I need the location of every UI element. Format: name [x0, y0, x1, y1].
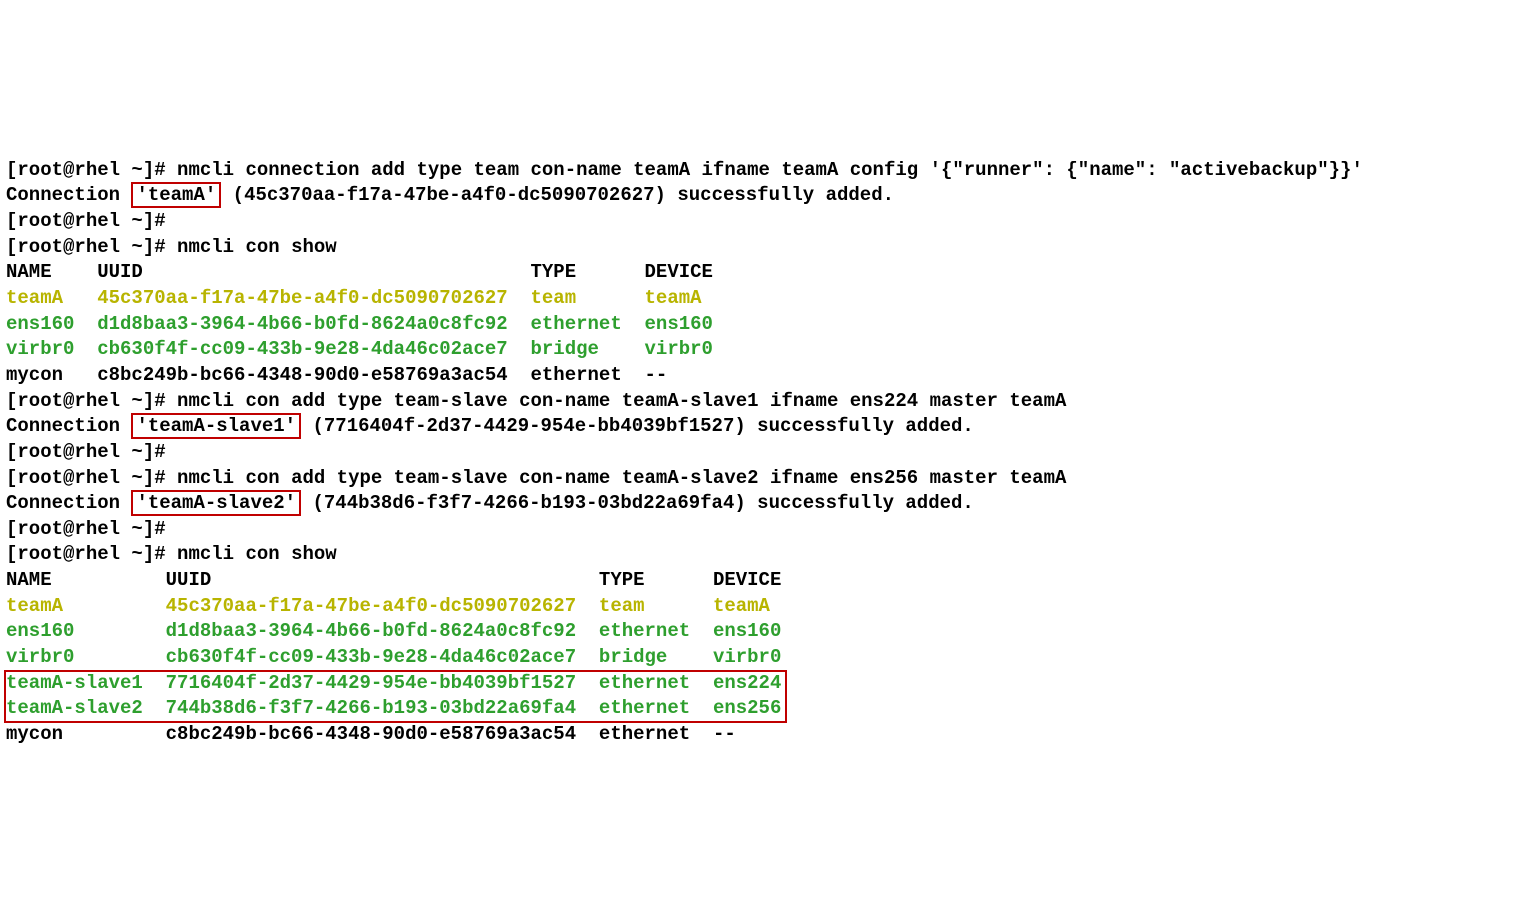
table-row: teamA 45c370aa-f17a-47be-a4f0-dc50907026…: [6, 595, 770, 617]
command-add-team: nmcli connection add type team con-name …: [177, 159, 1363, 181]
col-uuid: UUID: [97, 261, 530, 283]
table-row: virbr0 cb630f4f-cc09-433b-9e28-4da46c02a…: [6, 646, 781, 668]
table-row: teamA-slave1 7716404f-2d37-4429-954e-bb4…: [6, 672, 781, 694]
cell-device: --: [645, 364, 668, 386]
prompt: [root@rhel ~]#: [6, 210, 166, 232]
cell-name: mycon: [6, 364, 97, 386]
table-row: virbr0 cb630f4f-cc09-433b-9e28-4da46c02a…: [6, 338, 713, 360]
cell-uuid: c8bc249b-bc66-4348-90d0-e58769a3ac54: [97, 364, 530, 386]
table-row: teamA-slave2 744b38d6-f3f7-4266-b193-03b…: [6, 697, 781, 719]
command-add-slave2: nmcli con add type team-slave con-name t…: [177, 467, 1066, 489]
cell-uuid: cb630f4f-cc09-433b-9e28-4da46c02ace7: [97, 338, 530, 360]
cell-device: teamA: [645, 287, 702, 309]
output-text: Connection: [6, 415, 120, 437]
command-con-show: nmcli con show: [177, 236, 337, 258]
terminal-output: [root@rhel ~]# nmcli connection add type…: [0, 128, 1536, 777]
highlight-slave2: 'teamA-slave2': [131, 490, 301, 516]
cell-type: ethernet: [599, 723, 713, 745]
cell-name: teamA: [6, 595, 166, 617]
col-uuid: UUID: [166, 569, 599, 591]
cell-uuid: 45c370aa-f17a-47be-a4f0-dc5090702627: [166, 595, 599, 617]
prompt: [root@rhel ~]#: [6, 543, 166, 565]
table-row: teamA 45c370aa-f17a-47be-a4f0-dc50907026…: [6, 287, 702, 309]
prompt: [root@rhel ~]#: [6, 159, 166, 181]
cell-uuid: c8bc249b-bc66-4348-90d0-e58769a3ac54: [166, 723, 599, 745]
cell-device: teamA: [713, 595, 770, 617]
prompt: [root@rhel ~]#: [6, 518, 166, 540]
cell-name: teamA-slave1: [6, 672, 166, 694]
cell-type: team: [531, 287, 645, 309]
command-con-show: nmcli con show: [177, 543, 337, 565]
table-row: mycon c8bc249b-bc66-4348-90d0-e58769a3ac…: [6, 723, 736, 745]
col-name: NAME: [6, 569, 166, 591]
prompt: [root@rhel ~]#: [6, 236, 166, 258]
cell-uuid: d1d8baa3-3964-4b66-b0fd-8624a0c8fc92: [166, 620, 599, 642]
cell-type: ethernet: [599, 697, 713, 719]
output-text: (7716404f-2d37-4429-954e-bb4039bf1527): [312, 415, 745, 437]
col-device: DEVICE: [713, 569, 781, 591]
cell-device: ens160: [645, 313, 713, 335]
cell-name: virbr0: [6, 338, 97, 360]
table-row: ens160 d1d8baa3-3964-4b66-b0fd-8624a0c8f…: [6, 313, 713, 335]
cell-device: --: [713, 723, 736, 745]
cell-type: ethernet: [599, 672, 713, 694]
cell-name: mycon: [6, 723, 166, 745]
cell-name: virbr0: [6, 646, 166, 668]
highlight-slave1: 'teamA-slave1': [131, 413, 301, 439]
output-text: successfully added.: [757, 415, 974, 437]
col-type: TYPE: [531, 261, 645, 283]
cell-name: teamA: [6, 287, 97, 309]
cell-type: ethernet: [599, 620, 713, 642]
cell-type: team: [599, 595, 713, 617]
col-device: DEVICE: [645, 261, 713, 283]
output-text: (744b38d6-f3f7-4266-b193-03bd22a69fa4): [312, 492, 745, 514]
cell-uuid: 7716404f-2d37-4429-954e-bb4039bf1527: [166, 672, 599, 694]
cell-device: ens224: [713, 672, 781, 694]
table2-header: NAME UUID TYPE DEVICE: [6, 569, 781, 591]
cell-uuid: d1d8baa3-3964-4b66-b0fd-8624a0c8fc92: [97, 313, 530, 335]
prompt: [root@rhel ~]#: [6, 467, 166, 489]
cell-type: bridge: [531, 338, 645, 360]
cell-device: virbr0: [645, 338, 713, 360]
table1-header: NAME UUID TYPE DEVICE: [6, 261, 713, 283]
cell-uuid: cb630f4f-cc09-433b-9e28-4da46c02ace7: [166, 646, 599, 668]
cell-device: ens256: [713, 697, 781, 719]
table-row: ens160 d1d8baa3-3964-4b66-b0fd-8624a0c8f…: [6, 620, 781, 642]
output-text: Connection: [6, 492, 120, 514]
col-name: NAME: [6, 261, 97, 283]
command-add-slave1: nmcli con add type team-slave con-name t…: [177, 390, 1066, 412]
cell-name: ens160: [6, 313, 97, 335]
output-text: Connection: [6, 184, 120, 206]
prompt: [root@rhel ~]#: [6, 441, 166, 463]
cell-uuid: 744b38d6-f3f7-4266-b193-03bd22a69fa4: [166, 697, 599, 719]
highlight-teamA: 'teamA': [131, 182, 221, 208]
cell-uuid: 45c370aa-f17a-47be-a4f0-dc5090702627: [97, 287, 530, 309]
output-text: (45c370aa-f17a-47be-a4f0-dc5090702627): [233, 184, 666, 206]
table-row: mycon c8bc249b-bc66-4348-90d0-e58769a3ac…: [6, 364, 667, 386]
cell-name: ens160: [6, 620, 166, 642]
output-text: successfully added.: [677, 184, 894, 206]
cell-type: ethernet: [531, 364, 645, 386]
output-text: successfully added.: [757, 492, 974, 514]
col-type: TYPE: [599, 569, 713, 591]
cell-name: teamA-slave2: [6, 697, 166, 719]
cell-type: bridge: [599, 646, 713, 668]
prompt: [root@rhel ~]#: [6, 390, 166, 412]
cell-type: ethernet: [531, 313, 645, 335]
cell-device: virbr0: [713, 646, 781, 668]
cell-device: ens160: [713, 620, 781, 642]
